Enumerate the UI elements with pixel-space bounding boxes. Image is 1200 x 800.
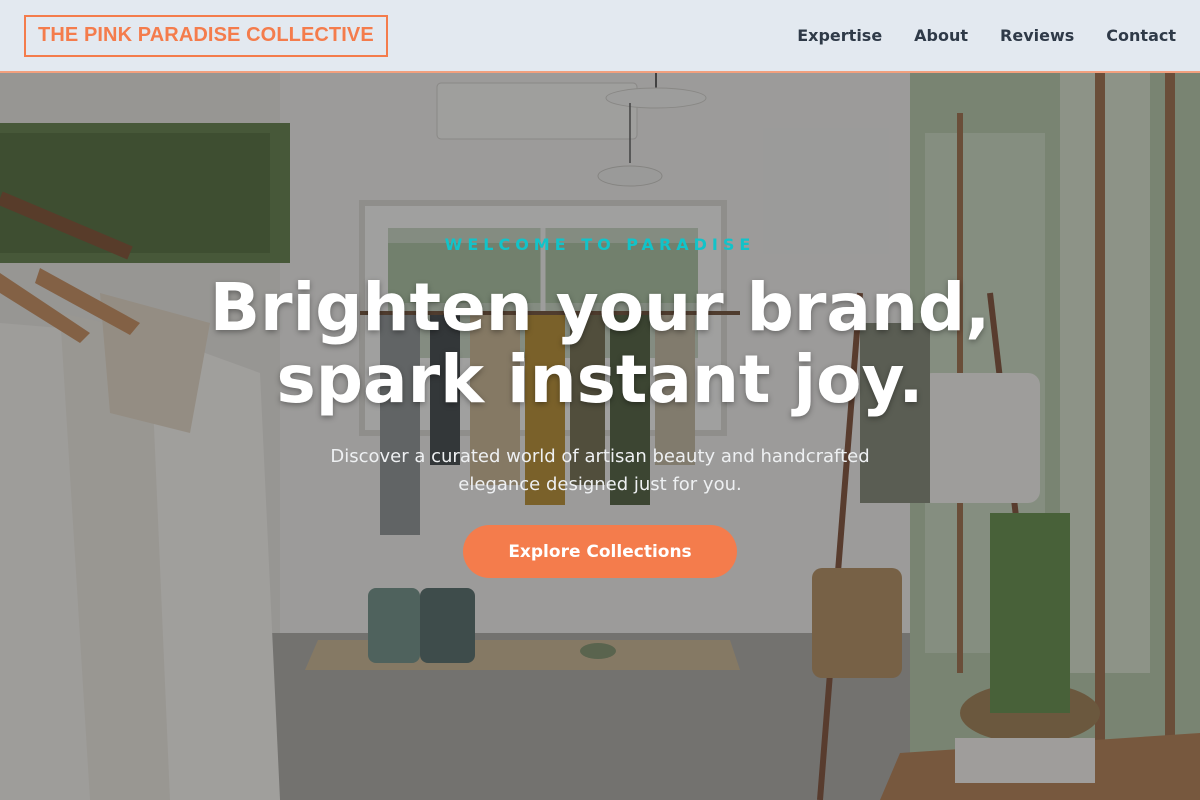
- nav-link-about[interactable]: About: [914, 26, 968, 45]
- main-nav: Expertise About Reviews Contact: [797, 26, 1176, 45]
- hero-section: [0, 73, 1200, 800]
- nav-link-reviews[interactable]: Reviews: [1000, 26, 1074, 45]
- brand-logo[interactable]: THE PINK PARADISE COLLECTIVE: [24, 14, 388, 57]
- site-header: THE PINK PARADISE COLLECTIVE Expertise A…: [0, 0, 1200, 73]
- hero-overlay: [0, 73, 1200, 800]
- nav-link-expertise[interactable]: Expertise: [797, 26, 882, 45]
- nav-link-contact[interactable]: Contact: [1106, 26, 1176, 45]
- explore-collections-button[interactable]: Explore Collections: [463, 525, 737, 578]
